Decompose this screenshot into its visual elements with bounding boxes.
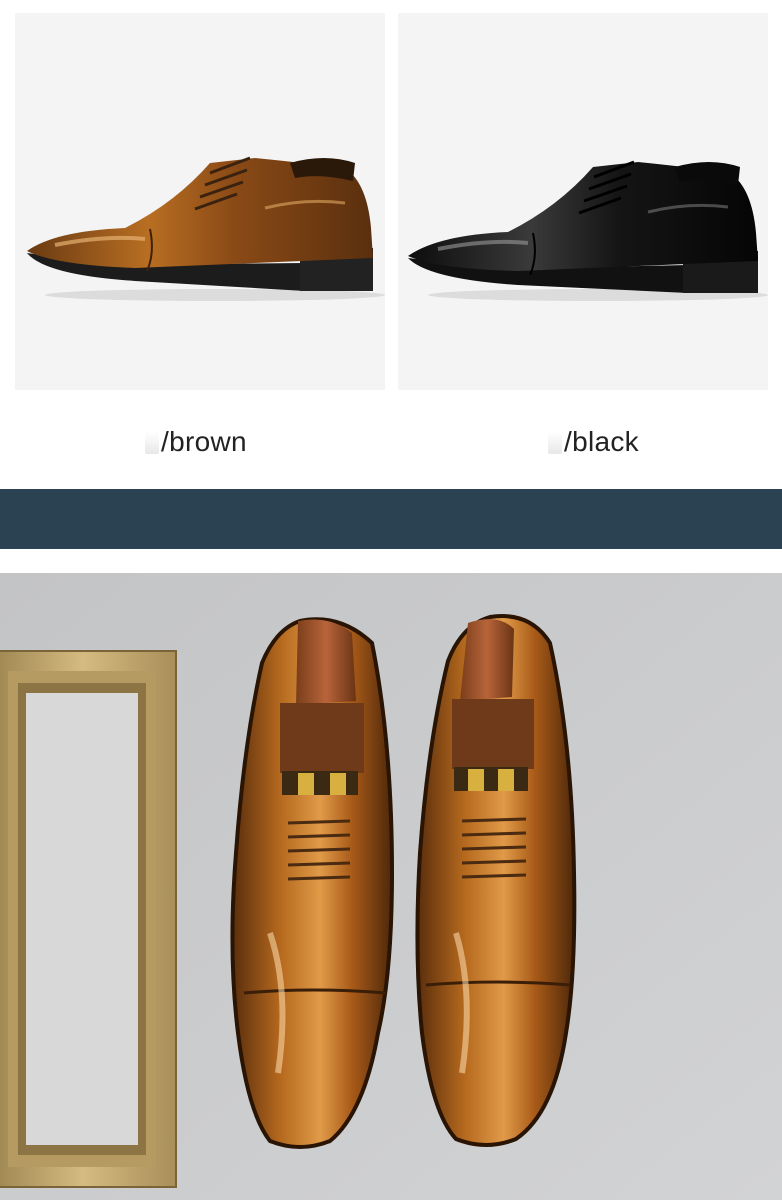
variant-label-brown: /brown bbox=[145, 424, 247, 460]
variant-label-black: /black bbox=[548, 424, 639, 460]
right-brown-oxford-shoe bbox=[415, 614, 577, 1147]
lifestyle-photo bbox=[0, 573, 782, 1200]
variant-label-brown-text: /brown bbox=[161, 426, 247, 457]
obscured-text-mark bbox=[145, 432, 159, 454]
black-oxford-shoe-illustration bbox=[408, 160, 768, 301]
section-divider-band bbox=[0, 489, 782, 549]
product-image-brown[interactable] bbox=[15, 13, 385, 390]
picture-frame bbox=[0, 650, 177, 1188]
variant-label-black-text: /black bbox=[564, 426, 639, 457]
left-brown-oxford-shoe bbox=[230, 617, 395, 1149]
lifestyle-photo-illustration bbox=[0, 573, 782, 1200]
obscured-text-mark bbox=[548, 432, 562, 454]
product-image-black[interactable] bbox=[398, 13, 768, 390]
brown-oxford-shoe-illustration bbox=[27, 156, 385, 301]
